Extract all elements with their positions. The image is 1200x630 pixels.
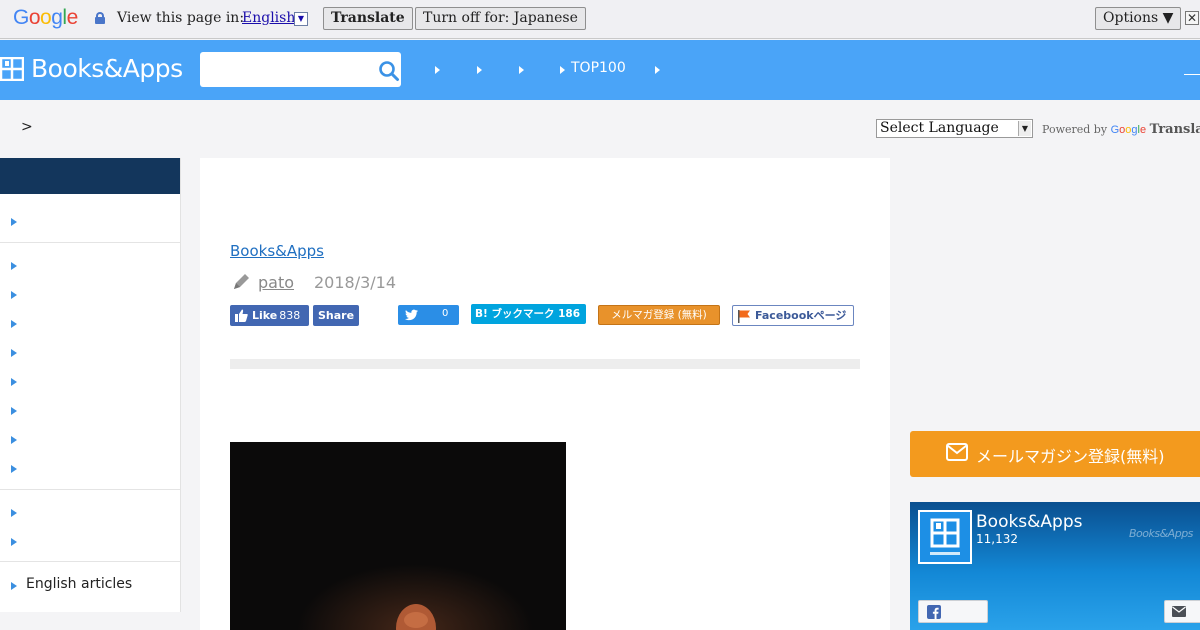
facebook-like-count: 838 bbox=[279, 309, 301, 322]
twitter-tweet-button[interactable]: 0 bbox=[398, 305, 459, 325]
google-translate-bar: Google View this page in: English ▼ Tran… bbox=[0, 0, 1200, 39]
sidebar-item[interactable] bbox=[11, 378, 17, 386]
chevron-down-icon: ▼ bbox=[1018, 121, 1031, 136]
pencil-icon bbox=[234, 274, 249, 289]
facebook-like-button[interactable]: Like 838 bbox=[230, 305, 309, 326]
nav-item-1[interactable] bbox=[435, 66, 440, 74]
divider bbox=[0, 561, 180, 562]
sidebar-item[interactable] bbox=[11, 509, 17, 517]
search-input[interactable] bbox=[200, 52, 401, 87]
divider bbox=[0, 242, 180, 243]
sidebar-item[interactable] bbox=[11, 291, 17, 299]
close-icon[interactable]: ✕ bbox=[1185, 11, 1199, 25]
facebook-page-widget[interactable]: Books&Apps 11,132 Books&Apps bbox=[910, 502, 1200, 630]
publish-date: 2018/3/14 bbox=[314, 273, 397, 292]
sidebar-item[interactable] bbox=[11, 218, 17, 226]
powered-by-google-translate: Powered by Google Translat bbox=[1042, 122, 1200, 137]
tweet-count: 0 bbox=[442, 308, 449, 319]
books-apps-logo-icon bbox=[930, 518, 960, 555]
sidebar-item[interactable] bbox=[11, 465, 17, 473]
site-logo-text[interactable]: Books&Apps bbox=[31, 54, 183, 83]
sidebar-item[interactable] bbox=[11, 407, 17, 415]
page-avatar[interactable] bbox=[918, 510, 972, 564]
language-select-label: Select Language bbox=[880, 120, 999, 136]
left-sidebar: English articles bbox=[0, 158, 181, 612]
newsletter-banner[interactable]: メールマガジン登録(無料) bbox=[910, 431, 1200, 477]
sidebar-item[interactable] bbox=[11, 436, 17, 444]
category-link[interactable]: Books&Apps bbox=[230, 242, 324, 260]
facebook-like-label: Like bbox=[252, 309, 278, 322]
divider bbox=[230, 359, 860, 369]
article-main: Books&Apps pato 2018/3/14 Like 838 Share … bbox=[200, 158, 890, 630]
brand-watermark: Books&Apps bbox=[1129, 527, 1193, 540]
newsletter-signup-button[interactable]: メルマガ登録 (無料) bbox=[598, 305, 720, 325]
nav-item-5[interactable] bbox=[655, 66, 660, 74]
options-button[interactable]: Options ▼ bbox=[1095, 7, 1182, 30]
nav-item-top100-arrow[interactable] bbox=[560, 66, 565, 74]
translate-wordmark: Translat bbox=[1149, 122, 1200, 137]
sidebar-header bbox=[0, 158, 180, 194]
nav-item-2[interactable] bbox=[477, 66, 482, 74]
envelope-icon bbox=[1172, 606, 1186, 617]
author-link[interactable]: pato bbox=[258, 273, 294, 292]
divider bbox=[0, 489, 180, 490]
facebook-page-button[interactable]: Facebookページ bbox=[732, 305, 854, 326]
facebook-share-button[interactable]: Share bbox=[313, 305, 359, 326]
article-hero-image bbox=[230, 442, 566, 630]
language-select[interactable]: Select Language ▼ bbox=[876, 119, 1033, 138]
facebook-icon bbox=[927, 605, 941, 619]
lock-icon bbox=[95, 12, 105, 24]
facebook-page-name[interactable]: Books&Apps bbox=[976, 512, 1083, 532]
search-icon[interactable] bbox=[378, 60, 400, 82]
target-language-link[interactable]: English bbox=[242, 10, 295, 26]
newsletter-banner-label: メールマガジン登録(無料) bbox=[976, 447, 1165, 466]
thumbs-up-icon bbox=[235, 309, 248, 322]
google-wordmark: Google bbox=[1110, 124, 1147, 136]
sidebar-item[interactable] bbox=[11, 320, 17, 328]
flag-icon bbox=[738, 310, 750, 323]
sidebar-item-english-articles-arrow[interactable] bbox=[11, 582, 17, 590]
google-logo: Google bbox=[13, 6, 78, 29]
facebook-followers-count: 11,132 bbox=[976, 532, 1018, 546]
turn-off-translation-button[interactable]: Turn off for: Japanese bbox=[415, 7, 586, 30]
sidebar-item[interactable] bbox=[11, 262, 17, 270]
mail-icon bbox=[946, 443, 968, 461]
facebook-page-label: Facebookページ bbox=[755, 309, 847, 322]
language-dropdown-icon[interactable]: ▼ bbox=[294, 12, 308, 26]
view-page-in-label: View this page in: bbox=[117, 10, 245, 26]
facebook-follow-button[interactable] bbox=[918, 600, 988, 623]
speaker-stage-photo bbox=[230, 442, 566, 630]
breadcrumb: > bbox=[21, 119, 33, 135]
sidebar-item[interactable] bbox=[11, 349, 17, 357]
sidebar-item-english-articles[interactable]: English articles bbox=[26, 576, 132, 592]
powered-by-label: Powered by bbox=[1042, 123, 1108, 136]
nav-item-top100[interactable]: TOP100 bbox=[571, 60, 626, 76]
site-header: Books&Apps TOP100 bbox=[0, 40, 1200, 100]
nav-item-3[interactable] bbox=[519, 66, 524, 74]
facebook-message-button[interactable] bbox=[1164, 600, 1200, 623]
translate-button[interactable]: Translate bbox=[323, 7, 413, 30]
hatena-bookmark-button[interactable]: B! ブックマーク 186 bbox=[471, 304, 586, 324]
sidebar-item[interactable] bbox=[11, 538, 17, 546]
menu-line[interactable] bbox=[1184, 74, 1200, 75]
books-apps-logo-icon[interactable] bbox=[0, 57, 24, 81]
twitter-bird-icon bbox=[405, 309, 418, 321]
